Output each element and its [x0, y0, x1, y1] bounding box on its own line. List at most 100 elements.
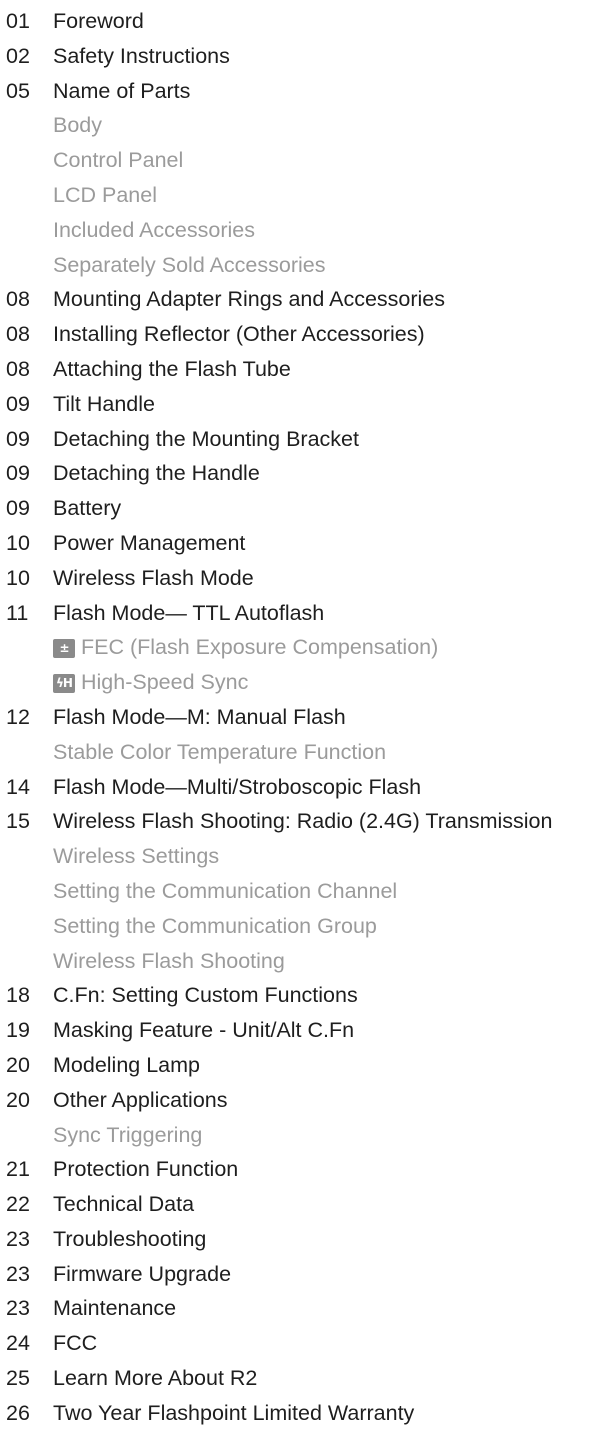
- toc-entry[interactable]: 09 Tilt Handle: [0, 387, 610, 422]
- toc-entry[interactable]: 11 Flash Mode— TTL Autoflash: [0, 596, 610, 631]
- toc-subentry[interactable]: Setting the Communication Channel: [0, 874, 610, 909]
- toc-entry-title[interactable]: Firmware Upgrade: [53, 1257, 231, 1292]
- toc-page-number: 10: [6, 565, 30, 590]
- toc-entry-title[interactable]: Wireless Flash Shooting: Radio (2.4G) Tr…: [53, 804, 552, 839]
- toc-subentry[interactable]: Wireless Settings: [0, 839, 610, 874]
- toc-entry[interactable]: 21 Protection Function: [0, 1152, 610, 1187]
- toc-entry-title[interactable]: Installing Reflector (Other Accessories): [53, 317, 425, 352]
- toc-subentry[interactable]: Wireless Flash Shooting: [0, 944, 610, 979]
- toc-page-number: 09: [6, 461, 30, 486]
- toc-entry-title[interactable]: Name of Parts: [53, 74, 190, 109]
- toc-entry-title[interactable]: Detaching the Mounting Bracket: [53, 422, 359, 457]
- toc-entry-label: High-Speed Sync: [81, 670, 249, 695]
- toc-page-number: 08: [6, 322, 30, 347]
- toc-entry[interactable]: 23 Maintenance: [0, 1291, 610, 1326]
- toc-page-number: 08: [6, 287, 30, 312]
- toc-entry-title[interactable]: Technical Data: [53, 1187, 194, 1222]
- toc-entry[interactable]: 08 Mounting Adapter Rings and Accessories: [0, 282, 610, 317]
- toc-entry-title[interactable]: Flash Mode—Multi/Stroboscopic Flash: [53, 770, 421, 805]
- toc-entry[interactable]: 09 Detaching the Handle: [0, 456, 610, 491]
- fec-icon: ±: [53, 639, 75, 659]
- toc-entry[interactable]: 18 C.Fn: Setting Custom Functions: [0, 978, 610, 1013]
- toc-entry-title[interactable]: Included Accessories: [53, 213, 255, 248]
- toc-entry-title[interactable]: Wireless Flash Mode: [53, 561, 254, 596]
- toc-subentry[interactable]: Included Accessories: [0, 213, 610, 248]
- toc-page-number: 20: [6, 1052, 30, 1077]
- toc-entry[interactable]: 15 Wireless Flash Shooting: Radio (2.4G) …: [0, 804, 610, 839]
- toc-entry[interactable]: 24 FCC: [0, 1326, 610, 1361]
- toc-entry-title[interactable]: Learn More About R2: [53, 1361, 257, 1396]
- toc-entry[interactable]: 09 Battery: [0, 491, 610, 526]
- toc-subentry[interactable]: Separately Sold Accessories: [0, 248, 610, 283]
- toc-entry-title[interactable]: Foreword: [53, 4, 144, 39]
- toc-entry-title[interactable]: Stable Color Temperature Function: [53, 735, 386, 770]
- toc-entry-title[interactable]: Maintenance: [53, 1291, 176, 1326]
- toc-subentry[interactable]: ϟH High-Speed Sync: [0, 665, 610, 700]
- toc-entry[interactable]: 26 Two Year Flashpoint Limited Warranty: [0, 1396, 610, 1431]
- toc-entry[interactable]: 22 Technical Data: [0, 1187, 610, 1222]
- toc-page-number: 22: [6, 1192, 30, 1217]
- toc-entry-title[interactable]: Body: [53, 108, 102, 143]
- toc-entry-title[interactable]: FCC: [53, 1326, 97, 1361]
- toc-subentry[interactable]: LCD Panel: [0, 178, 610, 213]
- toc-entry-title[interactable]: Battery: [53, 491, 121, 526]
- toc-entry-title[interactable]: Mounting Adapter Rings and Accessories: [53, 282, 445, 317]
- toc-subentry[interactable]: Sync Triggering: [0, 1118, 610, 1153]
- toc-entry-title[interactable]: Setting the Communication Group: [53, 909, 377, 944]
- toc-entry-title[interactable]: Attaching the Flash Tube: [53, 352, 291, 387]
- toc-page-number: 21: [6, 1157, 30, 1182]
- toc-entry[interactable]: 08 Installing Reflector (Other Accessorie…: [0, 317, 610, 352]
- toc-subentry[interactable]: Control Panel: [0, 143, 610, 178]
- toc-entry-title[interactable]: Troubleshooting: [53, 1222, 206, 1257]
- toc-entry-title[interactable]: Control Panel: [53, 143, 183, 178]
- toc-page-number: 23: [6, 1296, 30, 1321]
- toc-entry-title[interactable]: ± FEC (Flash Exposure Compensation): [53, 630, 438, 665]
- toc-subentry[interactable]: Body: [0, 108, 610, 143]
- toc-entry[interactable]: 25 Learn More About R2: [0, 1361, 610, 1396]
- toc-page-number: 02: [6, 43, 30, 68]
- toc-entry-title[interactable]: C.Fn: Setting Custom Functions: [53, 978, 358, 1013]
- toc-entry-title[interactable]: Flash Mode— TTL Autoflash: [53, 596, 324, 631]
- toc-entry-title[interactable]: LCD Panel: [53, 178, 157, 213]
- toc-entry-title[interactable]: Tilt Handle: [53, 387, 155, 422]
- toc-entry-title[interactable]: Detaching the Handle: [53, 456, 260, 491]
- toc-entry-title[interactable]: Wireless Flash Shooting: [53, 944, 285, 979]
- toc-page-number: 09: [6, 496, 30, 521]
- toc-entry[interactable]: 10 Wireless Flash Mode: [0, 561, 610, 596]
- toc-entry[interactable]: 09 Detaching the Mounting Bracket: [0, 422, 610, 457]
- toc-entry-title[interactable]: Setting the Communication Channel: [53, 874, 397, 909]
- high-speed-sync-icon: ϟH: [53, 674, 75, 694]
- toc-entry[interactable]: 10 Power Management: [0, 526, 610, 561]
- toc-entry-title[interactable]: Sync Triggering: [53, 1118, 202, 1153]
- toc-entry-title[interactable]: Protection Function: [53, 1152, 238, 1187]
- toc-entry-title[interactable]: Flash Mode—M: Manual Flash: [53, 700, 346, 735]
- toc-entry[interactable]: 14 Flash Mode—Multi/Stroboscopic Flash: [0, 770, 610, 805]
- toc-subentry[interactable]: Stable Color Temperature Function: [0, 735, 610, 770]
- toc-entry-label: FEC (Flash Exposure Compensation): [81, 635, 439, 660]
- toc-entry-title[interactable]: Power Management: [53, 526, 245, 561]
- toc-entry[interactable]: 02 Safety Instructions: [0, 39, 610, 74]
- toc-page-number: 11: [6, 600, 29, 625]
- toc-entry-title[interactable]: Modeling Lamp: [53, 1048, 200, 1083]
- toc-entry[interactable]: 12 Flash Mode—M: Manual Flash: [0, 700, 610, 735]
- toc-subentry[interactable]: ± FEC (Flash Exposure Compensation): [0, 630, 610, 665]
- toc-subentry[interactable]: Setting the Communication Group: [0, 909, 610, 944]
- table-of-contents: 01 Foreword 02 Safety Instructions 05 Name of…: [0, 4, 610, 1431]
- toc-entry-title[interactable]: Wireless Settings: [53, 839, 219, 874]
- toc-entry[interactable]: 20 Other Applications: [0, 1083, 610, 1118]
- toc-entry-title[interactable]: Masking Feature - Unit/Alt C.Fn: [53, 1013, 354, 1048]
- toc-entry[interactable]: 19 Masking Feature - Unit/Alt C.Fn: [0, 1013, 610, 1048]
- toc-entry[interactable]: 01 Foreword: [0, 4, 610, 39]
- toc-entry-title[interactable]: Two Year Flashpoint Limited Warranty: [53, 1396, 414, 1431]
- toc-entry[interactable]: 23 Firmware Upgrade: [0, 1257, 610, 1292]
- toc-entry-title[interactable]: Separately Sold Accessories: [53, 248, 325, 283]
- toc-page-number: 25: [6, 1366, 30, 1391]
- toc-entry-title[interactable]: Safety Instructions: [53, 39, 230, 74]
- toc-entry[interactable]: 20 Modeling Lamp: [0, 1048, 610, 1083]
- toc-entry[interactable]: 08 Attaching the Flash Tube: [0, 352, 610, 387]
- toc-page-number: 24: [6, 1331, 30, 1356]
- toc-entry[interactable]: 05 Name of Parts: [0, 74, 610, 109]
- toc-entry-title[interactable]: ϟH High-Speed Sync: [53, 665, 248, 700]
- toc-entry-title[interactable]: Other Applications: [53, 1083, 228, 1118]
- toc-entry[interactable]: 23 Troubleshooting: [0, 1222, 610, 1257]
